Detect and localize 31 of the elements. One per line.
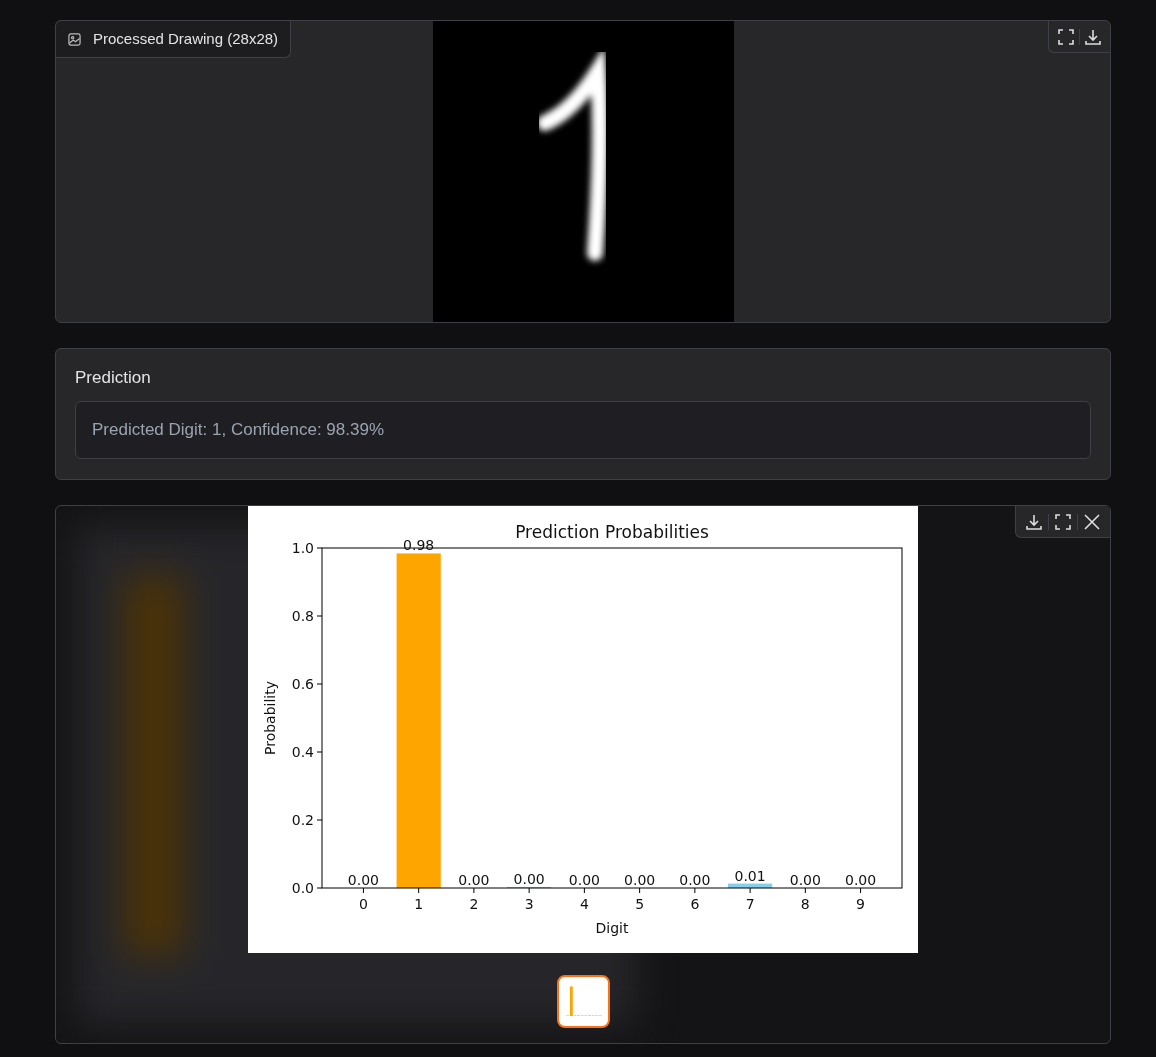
y-tick-label: 0.8 xyxy=(291,608,314,624)
y-tick-label: 1.0 xyxy=(291,540,314,556)
value-label: 0.00 xyxy=(458,872,490,888)
x-tick-label: 8 xyxy=(800,896,810,912)
chart-title: Prediction Probabilities xyxy=(515,522,709,542)
value-label: 0.00 xyxy=(513,871,545,887)
value-label: 0.98 xyxy=(403,537,435,554)
x-tick-label: 7 xyxy=(745,896,755,912)
x-tick-label: 4 xyxy=(579,896,589,912)
x-tick-label: 0 xyxy=(358,896,368,912)
value-label: 0.01 xyxy=(734,867,766,884)
field-label: Prediction xyxy=(75,367,152,389)
x-tick-label: 3 xyxy=(524,896,534,912)
value-label: 0.00 xyxy=(624,872,656,888)
y-tick-label: 0.4 xyxy=(291,744,314,760)
value-label: 0.00 xyxy=(347,872,379,888)
value-label: 0.00 xyxy=(679,872,711,888)
label-text: Processed Drawing (28x28) xyxy=(93,28,279,49)
value-label: 0.00 xyxy=(845,872,877,888)
x-tick-label: 5 xyxy=(635,896,645,912)
x-axis-label: Digit xyxy=(595,920,629,936)
x-tick-label: 6 xyxy=(690,896,700,912)
x-tick-label: 2 xyxy=(469,896,479,912)
y-axis-label: Probability xyxy=(262,681,278,755)
x-tick-label: 1 xyxy=(414,896,424,912)
y-tick-label: 0.2 xyxy=(291,812,314,828)
value-label: 0.00 xyxy=(789,872,821,888)
x-tick-label: 9 xyxy=(856,896,866,912)
y-tick-label: 0.6 xyxy=(291,676,314,692)
y-tick-label: 0.0 xyxy=(291,880,314,896)
value-label: 0.00 xyxy=(568,872,600,888)
